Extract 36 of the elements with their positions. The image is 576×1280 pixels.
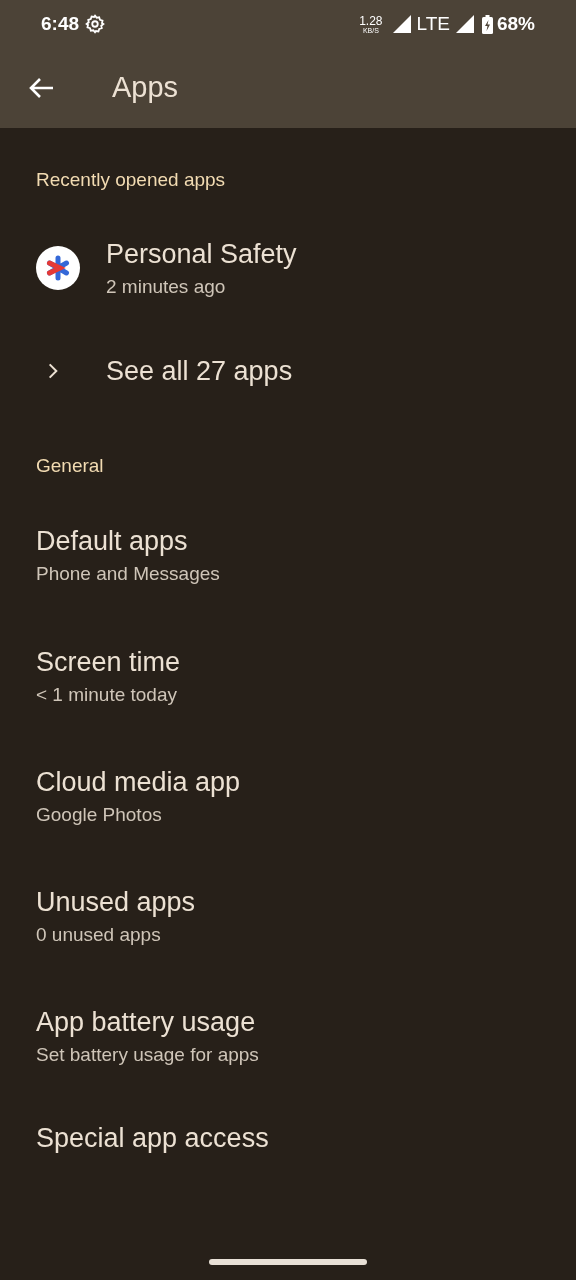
item-subtitle: 2 minutes ago xyxy=(106,274,227,299)
battery-percent: 68% xyxy=(496,11,535,36)
item-title: Cloud media app xyxy=(36,765,241,799)
chevron-right-icon xyxy=(48,362,58,380)
list-item[interactable]: See all 27 apps xyxy=(0,304,576,438)
item-subtitle: Phone and Messages xyxy=(36,561,220,586)
item-title: App battery usage xyxy=(36,1005,257,1039)
section-header: Recently opened apps xyxy=(36,167,226,192)
list-item[interactable]: Default apps Phone and Messages xyxy=(0,494,576,616)
app-icon xyxy=(36,246,80,290)
signal-icon xyxy=(455,15,474,33)
network-speed: 1.28 xyxy=(359,14,383,27)
item-subtitle: Set battery usage for apps xyxy=(36,1042,259,1067)
list-item[interactable]: Cloud media app Google Photos xyxy=(0,736,576,856)
section-header: General xyxy=(36,453,104,478)
list-item[interactable]: Screen time < 1 minute today xyxy=(0,616,576,736)
item-title: Default apps xyxy=(36,524,189,558)
page-title: Apps xyxy=(112,70,179,106)
status-time: 6:48 xyxy=(41,11,80,36)
battery-charging-icon xyxy=(481,14,493,34)
item-title: Special app access xyxy=(36,1122,269,1155)
back-arrow-icon xyxy=(28,77,54,99)
network-type: LTE xyxy=(416,11,450,36)
item-title: See all 27 apps xyxy=(106,355,293,388)
item-subtitle: < 1 minute today xyxy=(36,682,178,707)
settings-icon xyxy=(85,14,106,34)
item-title: Screen time xyxy=(36,645,181,679)
list-item[interactable]: Special app access xyxy=(0,1096,576,1180)
item-subtitle: Google Photos xyxy=(36,802,163,827)
item-subtitle: 0 unused apps xyxy=(36,922,162,947)
signal-icon xyxy=(392,15,411,33)
list-item[interactable]: Personal Safety 2 minutes ago xyxy=(0,232,576,304)
item-title: Unused apps xyxy=(36,885,196,919)
list-item[interactable]: App battery usage Set battery usage for apps xyxy=(0,976,576,1096)
item-title: Personal Safety xyxy=(106,237,297,271)
list-item[interactable]: Unused apps 0 unused apps xyxy=(0,856,576,976)
